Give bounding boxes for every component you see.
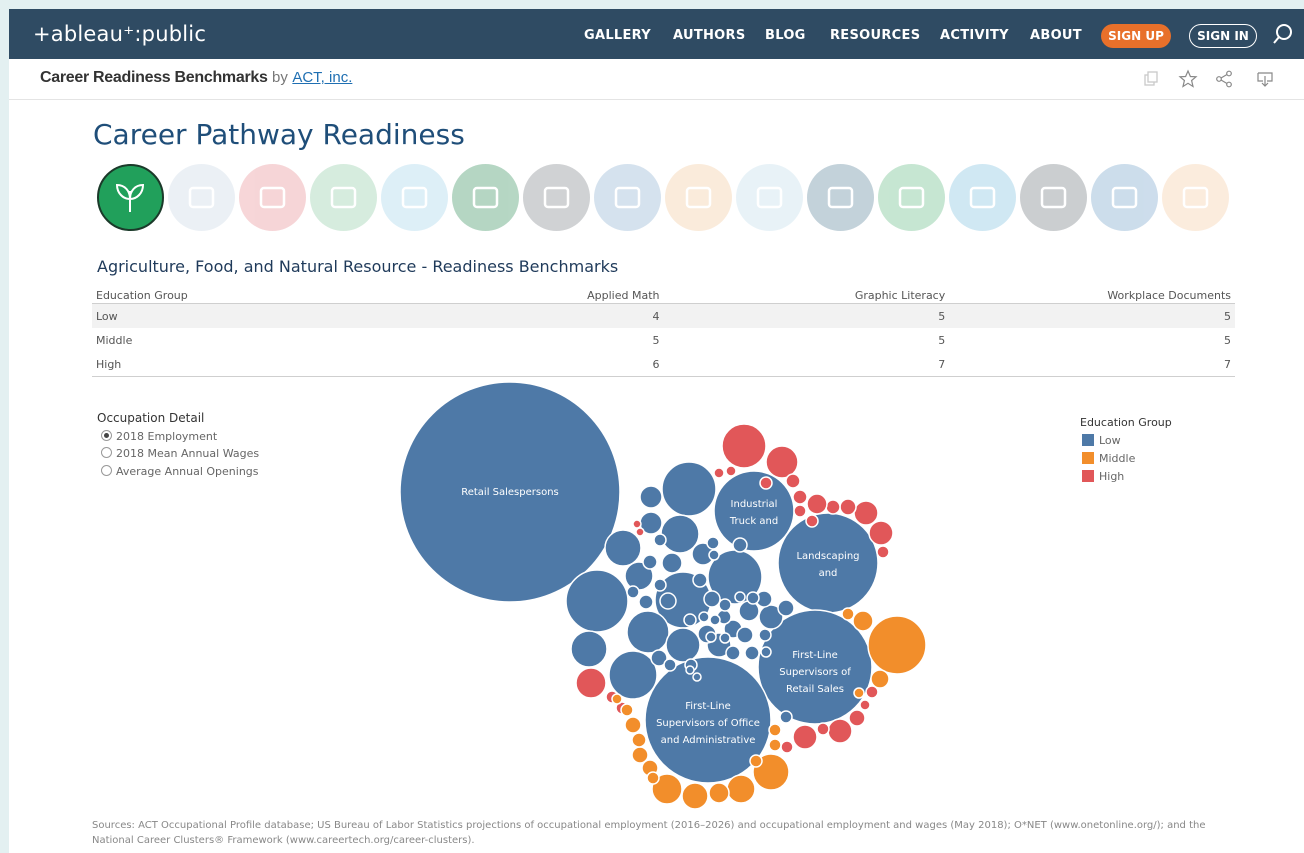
bubble-low[interactable] bbox=[626, 585, 640, 599]
bubble-high[interactable] bbox=[853, 500, 879, 526]
bubble-middle[interactable] bbox=[768, 723, 782, 737]
bubble-low[interactable] bbox=[639, 485, 663, 509]
bubble-low[interactable] bbox=[777, 512, 879, 614]
bubble-low[interactable] bbox=[683, 613, 697, 627]
bubble-low[interactable] bbox=[736, 626, 754, 644]
bubble-high[interactable] bbox=[805, 514, 819, 528]
bubble-label: Retail Salespersons bbox=[461, 487, 559, 498]
bubble-low[interactable] bbox=[665, 627, 701, 663]
bubble-high[interactable] bbox=[793, 504, 807, 518]
bubble-low[interactable] bbox=[626, 610, 670, 654]
bubble-high[interactable] bbox=[792, 489, 808, 505]
bubble-low[interactable] bbox=[663, 658, 677, 672]
bubble-high[interactable] bbox=[827, 718, 853, 744]
bubble-low[interactable] bbox=[758, 628, 772, 642]
bubble-low[interactable] bbox=[661, 552, 683, 574]
bubble-high[interactable] bbox=[816, 722, 830, 736]
bubble-low[interactable] bbox=[760, 646, 772, 658]
bubble-low[interactable] bbox=[732, 537, 748, 553]
bubble-middle[interactable] bbox=[841, 607, 855, 621]
bubble-middle[interactable] bbox=[708, 782, 730, 804]
bubble-middle[interactable] bbox=[749, 754, 763, 768]
bubble-middle[interactable] bbox=[611, 693, 623, 705]
bubble-low[interactable] bbox=[709, 614, 721, 626]
bubble-low[interactable] bbox=[653, 533, 667, 547]
bubble-low[interactable] bbox=[713, 470, 795, 552]
bubble-low[interactable] bbox=[779, 710, 793, 724]
bubble-high[interactable] bbox=[721, 423, 767, 469]
bubble-low[interactable] bbox=[708, 549, 720, 561]
bubble-middle[interactable] bbox=[870, 669, 890, 689]
bubble-middle[interactable] bbox=[681, 782, 709, 810]
bubble-middle[interactable] bbox=[867, 615, 927, 675]
bubble-low[interactable] bbox=[719, 632, 731, 644]
bubble-low[interactable] bbox=[725, 645, 741, 661]
occupation-bubble-chart: Retail SalespersonsIndustrial Truck andLa… bbox=[399, 381, 927, 810]
bubble-low[interactable] bbox=[692, 672, 702, 682]
bubble-high[interactable] bbox=[780, 740, 794, 754]
bubble-middle[interactable] bbox=[768, 738, 782, 752]
bubble-middle[interactable] bbox=[646, 771, 660, 785]
bubble-high[interactable] bbox=[806, 493, 828, 515]
bubble-high[interactable] bbox=[765, 445, 799, 479]
bubble-middle[interactable] bbox=[853, 687, 865, 699]
bubble-low[interactable] bbox=[653, 578, 667, 592]
bubble-high[interactable] bbox=[868, 520, 894, 546]
bubble-middle[interactable] bbox=[624, 716, 642, 734]
bubble-low[interactable] bbox=[661, 461, 717, 517]
bubble-high[interactable] bbox=[825, 499, 841, 515]
bubble-low[interactable] bbox=[718, 598, 732, 612]
bubble-low[interactable] bbox=[638, 594, 654, 610]
bubble-middle[interactable] bbox=[726, 774, 756, 804]
bubble-high[interactable] bbox=[725, 465, 737, 477]
bubble-high[interactable] bbox=[792, 724, 818, 750]
bubble-low[interactable] bbox=[705, 631, 717, 643]
bubble-high[interactable] bbox=[785, 473, 801, 489]
bubble-low[interactable] bbox=[659, 592, 677, 610]
bubble-middle[interactable] bbox=[852, 610, 874, 632]
bubble-low[interactable] bbox=[734, 591, 746, 603]
bubble-high[interactable] bbox=[876, 545, 890, 559]
bubble-low[interactable] bbox=[744, 645, 760, 661]
bubble-high[interactable] bbox=[848, 709, 866, 727]
bubble-low[interactable] bbox=[706, 536, 720, 550]
bubble-low[interactable] bbox=[692, 572, 708, 588]
bubble-low[interactable] bbox=[565, 569, 629, 633]
bubble-low[interactable] bbox=[746, 591, 760, 605]
bubble-low[interactable] bbox=[642, 554, 658, 570]
bubble-high[interactable] bbox=[839, 498, 857, 516]
bubble-middle[interactable] bbox=[631, 746, 649, 764]
bubble-high[interactable] bbox=[635, 527, 645, 537]
bubble-middle[interactable] bbox=[631, 732, 647, 748]
bubble-low[interactable] bbox=[777, 599, 795, 617]
bubble-high[interactable] bbox=[713, 467, 725, 479]
bubble-low[interactable] bbox=[703, 590, 721, 608]
bubble-high[interactable] bbox=[859, 699, 871, 711]
bubble-low[interactable] bbox=[570, 630, 608, 668]
bubble-middle[interactable] bbox=[620, 703, 634, 717]
bubble-low[interactable] bbox=[660, 514, 700, 554]
bubble-low[interactable] bbox=[685, 665, 695, 675]
bubble-high[interactable] bbox=[632, 519, 642, 529]
sources-note: Sources: ACT Occupational Profile databa… bbox=[92, 820, 1206, 846]
bubble-high[interactable] bbox=[575, 667, 607, 699]
bubble-low[interactable] bbox=[698, 611, 710, 623]
bubble-high[interactable] bbox=[759, 476, 773, 490]
bubble-low[interactable] bbox=[604, 529, 642, 567]
